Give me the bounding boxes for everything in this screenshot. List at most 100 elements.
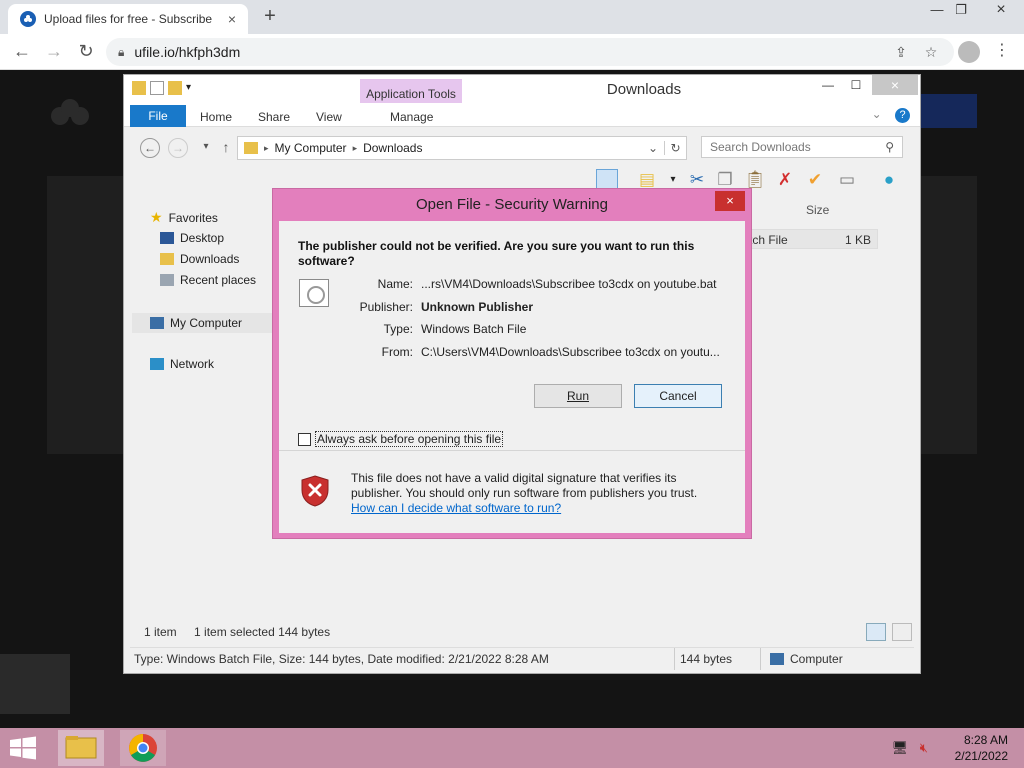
explorer-forward-icon[interactable]: → (168, 138, 188, 158)
tab-view[interactable]: View (308, 107, 350, 127)
warning-text: This file does not have a valid digital … (351, 471, 698, 500)
recent-locations-icon[interactable]: ▾ (196, 138, 216, 158)
help-link[interactable]: How can I decide what software to run? (351, 501, 561, 515)
nav-desktop[interactable]: Desktop (160, 231, 224, 245)
tab-title: Upload files for free - Subscribe (44, 12, 213, 26)
nav-my-computer[interactable]: My Computer (132, 313, 272, 333)
browser-tab[interactable]: Upload files for free - Subscribe × (8, 4, 248, 34)
globe-icon[interactable]: ● (878, 169, 900, 191)
restore-icon[interactable]: ❐ (946, 0, 976, 22)
close-icon[interactable]: × (986, 0, 1016, 22)
from-value: C:\Users\VM4\Downloads\Subscribee to3cdx… (421, 345, 720, 359)
properties-icon[interactable] (150, 81, 164, 95)
ribbon-expand-icon[interactable]: ⌄ (872, 107, 882, 121)
explorer-maximize-icon[interactable]: ☐ (842, 75, 870, 95)
explorer-titlebar: ▾ Downloads — ☐ × (124, 75, 920, 103)
new-folder-icon[interactable] (168, 81, 182, 95)
column-header-size[interactable]: Size (806, 203, 829, 217)
qat-dropdown-icon[interactable]: ▾ (186, 81, 200, 95)
details-location: Computer (790, 652, 843, 666)
address-dropdown-icon[interactable]: ⌄ (648, 141, 658, 155)
details-info: Type: Windows Batch File, Size: 144 byte… (134, 652, 549, 666)
dialog-title: Open File - Security Warning (415, 196, 608, 213)
cancel-button[interactable]: Cancel (634, 384, 722, 408)
ribbon-controls: ⌄ ? (872, 107, 910, 123)
details-size: 144 bytes (680, 652, 733, 666)
dialog-body: The publisher could not be verified. Are… (279, 221, 745, 533)
always-ask-checkbox[interactable]: Always ask before opening this file (298, 431, 504, 447)
browser-tab-strip: Upload files for free - Subscribe × + — … (0, 0, 1024, 34)
explorer-close-icon[interactable]: × (872, 75, 918, 95)
details-separator (674, 648, 675, 670)
nav-downloads[interactable]: Downloads (160, 252, 239, 266)
details-view-icon[interactable] (866, 623, 886, 641)
tab-home[interactable]: Home (192, 107, 240, 127)
network-tray-icon[interactable]: 🖥︎ (892, 740, 909, 755)
rename-icon[interactable]: ▭ (836, 169, 858, 191)
tab-share[interactable]: Share (250, 107, 298, 127)
large-icons-view-icon[interactable] (892, 623, 912, 641)
windows-start-icon[interactable] (8, 736, 38, 760)
ribbon-tabs: File Home Share View Manage ⌄ ? (124, 103, 920, 127)
site-logo-icon (46, 98, 96, 128)
publisher-label: Publisher: (359, 300, 413, 314)
explorer-back-icon[interactable]: ← (140, 138, 160, 158)
breadcrumb-my-computer[interactable]: My Computer (275, 141, 347, 155)
shield-warning-icon (301, 475, 329, 507)
new-tab-icon[interactable]: + (258, 5, 282, 29)
menu-kebab-icon[interactable]: ⋮ (994, 40, 1010, 64)
run-button[interactable]: Run (534, 384, 622, 408)
check-icon[interactable]: ✔ (804, 169, 826, 191)
volume-muted-icon[interactable]: 🔇︎ (920, 740, 928, 755)
explorer-search-input[interactable]: Search Downloads ⚲ (701, 136, 903, 158)
breadcrumb-separator-icon: ▸ (264, 142, 269, 153)
breadcrumb-downloads[interactable]: Downloads (363, 141, 422, 155)
type-value: Windows Batch File (421, 322, 527, 336)
quick-access-toolbar: ▾ (132, 81, 200, 95)
selection-info: 1 item selected 144 bytes (194, 625, 331, 639)
dialog-warning-section: This file does not have a valid digital … (279, 451, 745, 533)
tab-close-icon[interactable]: × (224, 11, 240, 27)
nav-recent-label: Recent places (180, 273, 257, 287)
tab-manage[interactable]: Manage (382, 107, 441, 127)
explorer-minimize-icon[interactable]: — (814, 75, 842, 95)
taskbar-clock[interactable]: 8:28 AM 2/21/2022 (955, 732, 1008, 764)
checkbox-label[interactable]: Always ask before opening this file (315, 431, 504, 447)
explorer-title: Downloads (606, 81, 682, 98)
system-tray: 🖥︎ 🔇︎ (892, 740, 928, 756)
tab-file[interactable]: File (130, 105, 186, 127)
nav-network-label: Network (170, 357, 215, 371)
file-explorer-taskbar-icon[interactable] (58, 730, 104, 766)
details-separator (760, 648, 761, 670)
nav-favorites-label: Favorites (168, 210, 218, 225)
forward-icon[interactable]: → (42, 40, 66, 64)
nav-favorites[interactable]: ★ Favorites (150, 209, 218, 226)
security-warning-dialog: Open File - Security Warning × The publi… (272, 188, 752, 539)
bookmark-star-icon[interactable]: ☆ (920, 44, 942, 61)
refresh-icon[interactable]: ↻ (664, 141, 686, 155)
profile-avatar-icon[interactable] (958, 41, 980, 63)
run-button-label: Run (566, 389, 589, 403)
file-row[interactable]: tch File 1 KB (742, 229, 878, 249)
clock-date: 2/21/2022 (954, 749, 1008, 763)
checkbox-box[interactable] (298, 432, 311, 446)
delete-icon[interactable]: ✗ (774, 169, 796, 191)
cancel-button-label: Cancel (659, 389, 697, 403)
reload-icon[interactable]: ↻ (74, 40, 98, 64)
help-icon[interactable]: ? (895, 108, 910, 123)
share-icon[interactable]: ⇪ (890, 44, 912, 61)
star-icon: ★ (150, 209, 163, 225)
back-icon[interactable]: ← (10, 40, 34, 64)
chrome-taskbar-icon[interactable] (120, 730, 166, 766)
nav-recent-places[interactable]: Recent places (160, 273, 256, 287)
site-favicon-icon (20, 11, 36, 27)
up-icon[interactable]: ↑ (216, 138, 236, 158)
nav-network[interactable]: Network (150, 357, 214, 371)
dialog-close-icon[interactable]: × (715, 191, 745, 211)
address-bar[interactable]: 🔒︎ ufile.io/hkfph3dm ⇪ ☆ (106, 38, 954, 66)
explorer-address-bar[interactable]: ▸ My Computer ▸ Downloads ⌄ ↻ (237, 136, 687, 160)
computer-icon (770, 653, 784, 665)
downloads-folder-icon (160, 253, 174, 265)
folder-icon[interactable] (132, 81, 146, 95)
details-bar: Type: Windows Batch File, Size: 144 byte… (130, 647, 914, 670)
